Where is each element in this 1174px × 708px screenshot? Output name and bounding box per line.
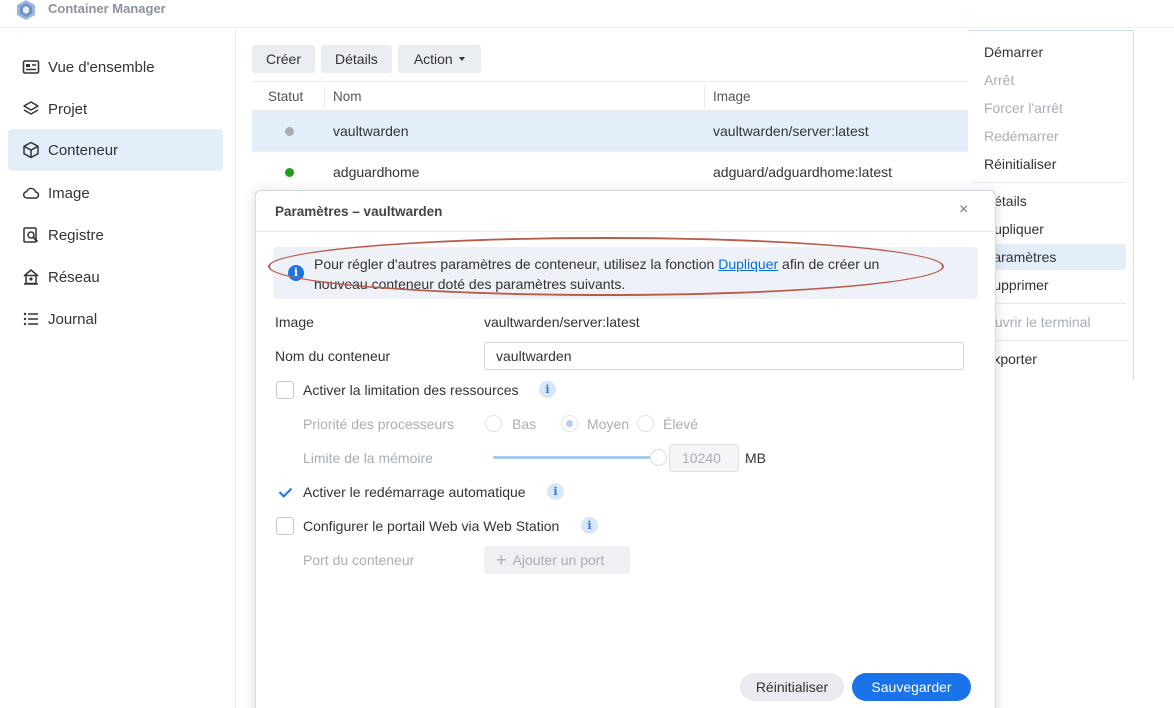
column-header-status[interactable]: Statut xyxy=(268,89,303,104)
title-bar: Container Manager xyxy=(0,0,1174,28)
info-banner: i Pour régler d'autres paramètres de con… xyxy=(273,247,978,299)
auto-restart-checkbox[interactable] xyxy=(276,483,294,501)
cpu-priority-low-radio xyxy=(485,415,502,432)
sidebar-item-network[interactable]: Réseau xyxy=(8,256,223,298)
table-row[interactable]: adguardhome adguard/adguardhome:latest xyxy=(252,152,968,193)
details-button[interactable]: Détails xyxy=(321,45,392,73)
create-button-label: Créer xyxy=(266,51,302,67)
caret-down-icon xyxy=(458,57,465,61)
container-image: adguard/adguardhome:latest xyxy=(713,164,893,180)
container-name-label: Nom du conteneur xyxy=(275,348,391,364)
create-button[interactable]: Créer xyxy=(252,45,316,73)
info-help-icon[interactable]: i xyxy=(539,381,556,398)
containers-table: Statut Nom Image vaultwarden vaultwarden… xyxy=(252,81,968,193)
cloud-icon xyxy=(23,187,40,199)
menu-top-edge xyxy=(968,30,1134,32)
sidebar-item-overview[interactable]: Vue d'ensemble xyxy=(8,46,223,88)
sidebar-item-label: Réseau xyxy=(48,268,100,286)
app-title: Container Manager xyxy=(48,1,166,16)
column-header-image[interactable]: Image xyxy=(713,89,751,104)
sidebar-item-project[interactable]: Projet xyxy=(8,88,223,130)
plus-icon: + xyxy=(496,550,507,570)
container-port-label: Port du conteneur xyxy=(303,552,415,568)
container-name: vaultwarden xyxy=(333,123,409,139)
container-image: vaultwarden/server:latest xyxy=(713,123,869,139)
container-name: adguardhome xyxy=(333,164,420,180)
container-name-input[interactable] xyxy=(484,342,964,370)
resource-limit-checkbox[interactable] xyxy=(276,381,294,399)
resource-limit-label: Activer la limitation des ressources xyxy=(303,382,519,398)
action-button-label: Action xyxy=(413,51,453,67)
image-value: vaultwarden/server:latest xyxy=(484,314,640,330)
image-label: Image xyxy=(275,314,314,330)
sidebar: Vue d'ensemble Projet Conteneur Image Re… xyxy=(0,28,236,708)
details-button-label: Détails xyxy=(335,51,378,67)
info-icon: i xyxy=(288,265,304,281)
sidebar-item-registry[interactable]: Registre xyxy=(8,214,223,256)
memory-limit-input: 10240 xyxy=(669,444,739,472)
settings-dialog: Paramètres – vaultwarden × i Pour régler… xyxy=(255,190,996,708)
cpu-priority-label: Priorité des processeurs xyxy=(303,416,454,432)
close-icon[interactable]: × xyxy=(959,201,968,219)
sidebar-item-log[interactable]: Journal xyxy=(8,298,223,340)
memory-limit-label: Limite de la mémoire xyxy=(303,450,433,466)
sidebar-item-label: Image xyxy=(48,184,90,202)
memory-slider xyxy=(493,449,667,466)
list-icon xyxy=(23,312,38,326)
action-dropdown-button[interactable]: Action xyxy=(397,45,481,73)
menu-separator xyxy=(972,182,1126,183)
status-dot xyxy=(285,168,294,177)
column-header-name[interactable]: Nom xyxy=(333,89,362,104)
sidebar-item-label: Journal xyxy=(48,310,98,328)
sidebar-item-label: Conteneur xyxy=(48,141,119,159)
cube-icon xyxy=(23,141,39,159)
auto-restart-label: Activer le redémarrage automatique xyxy=(303,484,526,500)
duplicate-link[interactable]: Dupliquer xyxy=(718,256,778,272)
menu-item-start[interactable]: Démarrer xyxy=(972,39,1126,65)
network-home-icon xyxy=(23,269,39,285)
overview-icon xyxy=(22,60,40,74)
reset-button[interactable]: Réinitialiser xyxy=(740,673,844,701)
sidebar-item-label: Projet xyxy=(48,100,88,118)
add-port-label: Ajouter un port xyxy=(512,552,605,568)
memory-slider-thumb xyxy=(650,449,667,466)
menu-item-force-stop: Forcer l'arrêt xyxy=(984,100,1063,116)
sidebar-item-label: Registre xyxy=(48,226,104,244)
web-portal-label: Configurer le portail Web via Web Statio… xyxy=(303,518,560,534)
menu-item-stop: Arrêt xyxy=(984,72,1015,88)
table-row[interactable]: vaultwarden vaultwarden/server:latest xyxy=(252,111,968,152)
info-help-icon[interactable]: i xyxy=(581,517,598,534)
memory-slider-fill xyxy=(493,456,658,459)
add-port-button: + Ajouter un port xyxy=(484,546,630,574)
column-separator xyxy=(704,86,705,108)
sidebar-item-container[interactable]: Conteneur xyxy=(8,129,223,171)
cpu-priority-high-radio xyxy=(637,415,654,432)
dialog-title: Paramètres – vaultwarden xyxy=(275,204,443,219)
menu-item-reset[interactable]: Réinitialiser xyxy=(972,151,1126,177)
cpu-priority-low-label: Bas xyxy=(512,416,537,432)
toolbar: Créer Détails Action xyxy=(252,45,481,73)
cpu-priority-medium-label: Moyen xyxy=(587,416,630,432)
memory-unit-label: MB xyxy=(745,450,766,466)
cpu-priority-medium-radio xyxy=(561,415,578,432)
table-header: Statut Nom Image xyxy=(252,81,968,111)
status-dot xyxy=(285,127,294,136)
container-manager-logo-icon xyxy=(17,0,35,20)
cpu-priority-high-label: Élevé xyxy=(663,416,699,432)
column-separator xyxy=(324,86,325,108)
sidebar-item-image[interactable]: Image xyxy=(8,172,223,214)
registry-search-icon xyxy=(23,227,39,243)
web-portal-checkbox[interactable] xyxy=(276,517,294,535)
info-help-icon[interactable]: i xyxy=(547,483,564,500)
sidebar-item-label: Vue d'ensemble xyxy=(48,58,155,76)
menu-item-restart: Redémarrer xyxy=(984,128,1059,144)
info-text-before: Pour régler d'autres paramètres de conte… xyxy=(314,256,719,272)
info-text: Pour régler d'autres paramètres de conte… xyxy=(314,254,934,294)
layers-icon xyxy=(23,101,39,115)
save-button[interactable]: Sauvegarder xyxy=(852,673,971,701)
dialog-divider xyxy=(256,231,995,232)
